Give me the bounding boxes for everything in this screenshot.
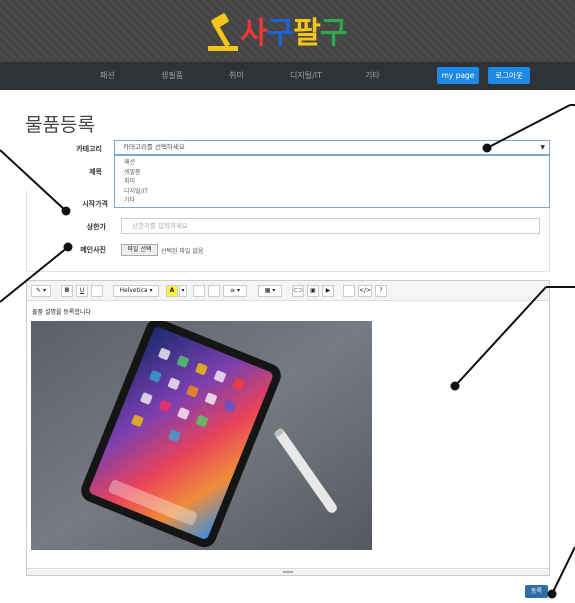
underline-button[interactable]: U	[76, 285, 88, 297]
photo-label: 메인사진	[80, 246, 106, 254]
submit-button[interactable]: 등록	[525, 585, 548, 598]
category-select-value: 카테고리를 선택하세요	[123, 143, 185, 151]
category-select[interactable]: 카테고리를 선택하세요 ▼	[114, 140, 550, 155]
mypage-button[interactable]: my page	[437, 67, 479, 84]
category-option[interactable]: 기타	[115, 196, 549, 206]
form-border-bottom	[26, 271, 550, 272]
nav-item-daily[interactable]: 생필품	[161, 70, 183, 81]
link-icon[interactable]: ⊂⊃	[292, 285, 304, 297]
unordered-list-icon[interactable]	[193, 285, 205, 297]
logout-button[interactable]: 로그아웃	[488, 67, 530, 84]
site-logo[interactable]: 사구팔구	[206, 12, 371, 56]
category-option[interactable]: 취미	[115, 177, 549, 187]
form-border-right	[549, 205, 550, 272]
form-border-left	[26, 190, 27, 272]
chevron-down-icon: ▼	[540, 144, 545, 151]
category-option[interactable]: 패션	[115, 156, 549, 168]
tablet-photo	[31, 321, 372, 550]
header-banner: 사구팔구	[0, 0, 575, 62]
editor-resize-bar[interactable]	[27, 568, 549, 575]
font-color-dropdown[interactable]: ▾	[179, 285, 187, 297]
font-name-select[interactable]: Helvetica ▾	[113, 285, 159, 297]
page-title: 물품등록	[25, 114, 95, 136]
callout-line	[551, 546, 575, 595]
resize-grip-icon	[283, 571, 293, 573]
paragraph-align-button[interactable]: ≡ ▾	[223, 285, 247, 297]
style-dropdown-button[interactable]: ✎ ▾	[31, 285, 51, 297]
nav-item-hobby[interactable]: 취미	[229, 70, 244, 81]
price-input[interactable]: 상한가를 입력하세요	[121, 218, 540, 234]
file-status-text: 선택된 파일 없음	[161, 248, 204, 255]
code-view-icon[interactable]: </>	[358, 285, 372, 297]
start-price-label: 시작가격	[82, 200, 108, 208]
clear-format-icon[interactable]	[91, 285, 103, 297]
category-option[interactable]: 디지털/IT	[115, 187, 549, 197]
video-icon[interactable]: ▶	[322, 285, 334, 297]
nav-item-etc[interactable]: 기타	[365, 70, 380, 81]
image-icon[interactable]: ▣	[307, 285, 319, 297]
category-option[interactable]: 생필품	[115, 168, 549, 178]
hammer-icon	[208, 13, 238, 51]
file-select-button[interactable]: 파일 선택	[121, 244, 158, 256]
title-label: 제목	[89, 168, 102, 176]
callout-dot	[547, 589, 557, 599]
category-label: 카테고리	[76, 145, 102, 153]
nav-item-digital[interactable]: 디지털/IT	[290, 70, 322, 81]
bold-button[interactable]: B	[61, 285, 73, 297]
category-dropdown: 패션 생필품 취미 디지털/IT 기타	[114, 155, 550, 208]
rich-text-editor[interactable]: ✎ ▾ B U Helvetica ▾ A ▾ ≡ ▾ ▦ ▾ ⊂⊃ ▣ ▶ <…	[26, 280, 550, 576]
nav-bar: 패션 생필품 취미 디지털/IT 기타 my page 로그아웃	[0, 62, 575, 90]
ordered-list-icon[interactable]	[208, 285, 220, 297]
table-button[interactable]: ▦ ▾	[258, 285, 282, 297]
logo-text: 사구팔구	[240, 16, 347, 51]
nav-item-fashion[interactable]: 패션	[100, 70, 115, 81]
editor-content-text: 물품 설명을 등록합니다	[32, 309, 92, 316]
help-icon[interactable]: ?	[375, 285, 387, 297]
font-color-button[interactable]: A	[166, 285, 178, 297]
price-label: 상한가	[86, 223, 106, 231]
fullscreen-icon[interactable]	[343, 285, 355, 297]
editor-toolbar: ✎ ▾ B U Helvetica ▾ A ▾ ≡ ▾ ▦ ▾ ⊂⊃ ▣ ▶ <…	[27, 281, 549, 301]
